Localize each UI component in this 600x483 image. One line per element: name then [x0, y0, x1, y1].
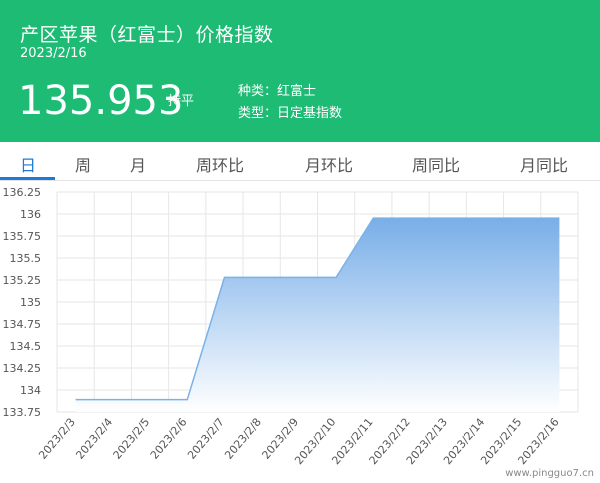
x-tick-label: 2023/2/3 — [36, 416, 78, 462]
y-tick-label: 135.5 — [10, 252, 42, 265]
chart-svg: 136.25 136 135.75 135.5 135.25 135 134.75 134.5… — [3, 186, 579, 467]
page-title: 产区苹果（红富士）价格指数 — [20, 24, 274, 46]
y-tick-label: 134.75 — [3, 318, 42, 331]
x-tick-label: 2023/2/7 — [185, 416, 227, 462]
y-tick-label: 136.25 — [3, 186, 42, 199]
current-date: 2023/2/16 — [20, 46, 87, 61]
tab-day[interactable]: 日 — [20, 152, 36, 176]
y-tick-label: 134.25 — [3, 362, 42, 375]
tab-month[interactable]: 月 — [130, 152, 146, 176]
x-tick-label: 2023/2/4 — [73, 416, 115, 462]
trend-label: 持平 — [168, 94, 195, 109]
x-tick-label: 2023/2/5 — [111, 416, 153, 462]
y-tick-label: 135.25 — [3, 274, 42, 287]
y-tick-label: 133.75 — [3, 406, 42, 419]
period-tabs: 日 周 月 周环比 月环比 周同比 月同比 — [0, 142, 600, 181]
tab-month-on-month[interactable]: 月环比 — [305, 152, 353, 176]
x-tick-label: 2023/2/8 — [222, 416, 264, 462]
y-tick-label: 135.75 — [3, 230, 42, 243]
y-tick-label: 134 — [20, 384, 41, 397]
y-tick-label: 136 — [20, 208, 41, 221]
index-type-label: 类型：日定基指数 — [238, 106, 343, 121]
x-tick-label: 2023/2/6 — [148, 416, 190, 462]
tab-week[interactable]: 周 — [75, 152, 91, 176]
y-tick-label: 134.5 — [10, 340, 42, 353]
tab-week-year-on-year[interactable]: 周同比 — [412, 152, 460, 176]
tab-week-on-week[interactable]: 周环比 — [196, 152, 244, 176]
site-watermark: www.pingguo7.cn — [505, 468, 594, 479]
header-banner: 产区苹果（红富士）价格指数 2023/2/16 135.953 持平 种类：红富… — [0, 0, 600, 142]
tab-month-year-on-year[interactable]: 月同比 — [520, 152, 568, 176]
variety-label: 种类：红富士 — [238, 84, 317, 99]
index-value: 135.953 — [18, 78, 184, 124]
price-index-chart: 136.25 136 135.75 135.5 135.25 135 134.75 134.5… — [0, 180, 600, 483]
y-tick-label: 135 — [20, 296, 41, 309]
